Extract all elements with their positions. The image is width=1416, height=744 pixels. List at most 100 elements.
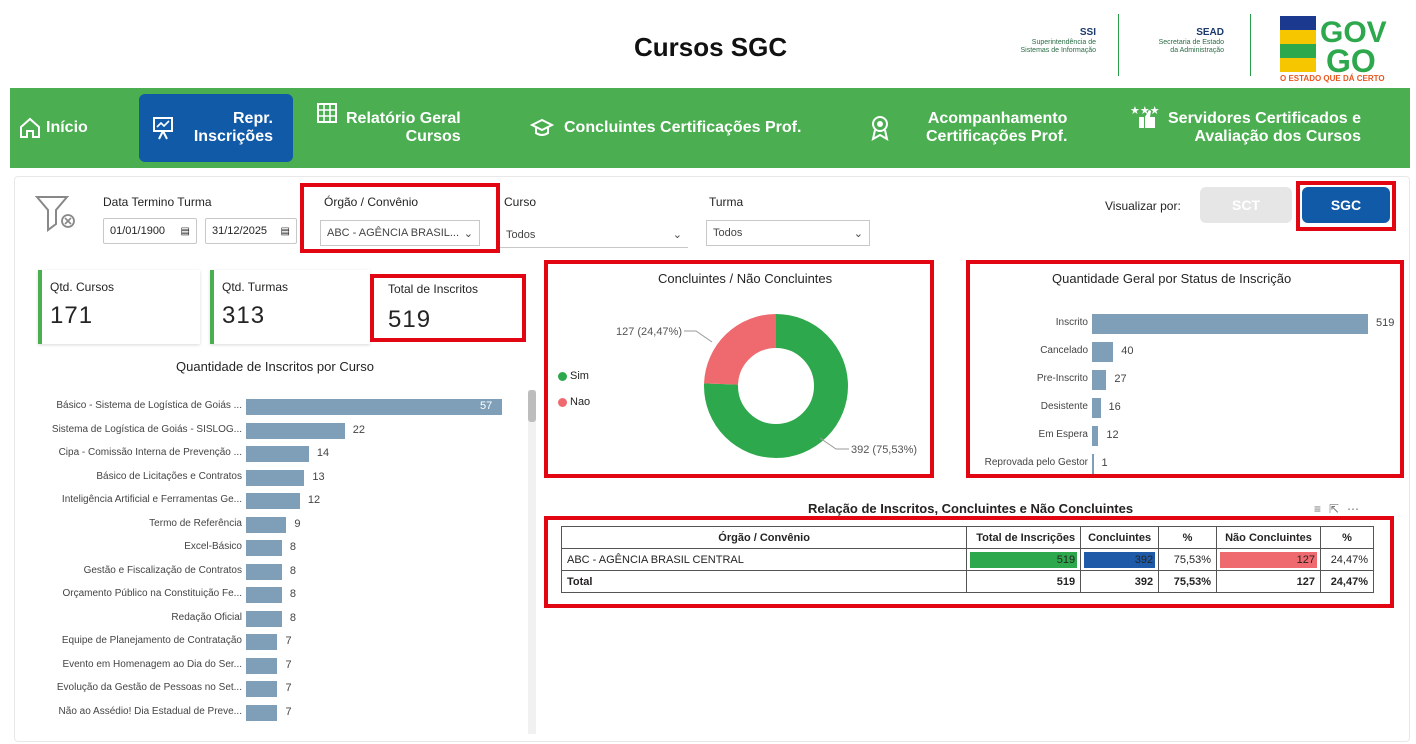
column-header[interactable]: Total de Inscrições: [966, 526, 1082, 549]
highlight-box: [300, 183, 500, 253]
course-bar-label: Excel-Básico: [184, 541, 242, 552]
nav-relatorio-geral[interactable]: Relatório Geral Cursos: [316, 94, 486, 162]
status-bar[interactable]: [1092, 370, 1107, 390]
govgo-tagline: O ESTADO QUE DÁ CERTO: [1280, 74, 1385, 83]
course-bar[interactable]: [246, 587, 282, 603]
course-bar-row[interactable]: Equipe de Planejamento de Contratação 7: [20, 633, 520, 651]
courses-chart-title: Quantidade de Inscritos por Curso: [176, 359, 374, 374]
course-bar[interactable]: [246, 540, 282, 556]
status-bar-row[interactable]: Inscrito 519: [976, 314, 1396, 334]
chart-scrollbar[interactable]: [528, 390, 536, 734]
course-bar[interactable]: [246, 493, 300, 509]
sct-toggle-button[interactable]: SCT: [1200, 187, 1292, 223]
course-bar-label: Inteligência Artificial e Ferramentas Ge…: [61, 494, 242, 505]
curso-dropdown[interactable]: Todos ⌄: [500, 222, 688, 248]
status-chart-title: Quantidade Geral por Status de Inscrição: [1052, 271, 1292, 286]
calendar-icon[interactable]: ▤: [281, 226, 290, 237]
course-bar-row[interactable]: Cipa - Comissão Interna de Prevenção ...…: [20, 445, 520, 463]
scrollbar-thumb[interactable]: [528, 390, 536, 422]
course-bar-label: Evento em Homenagem ao Dia do Ser...: [62, 658, 242, 670]
course-bar[interactable]: [246, 422, 345, 439]
course-bar-row[interactable]: Excel-Básico 8: [20, 539, 520, 557]
date-from-input[interactable]: 01/01/1900 ▤: [103, 218, 197, 244]
nav-concluintes[interactable]: Concluintes Certificações Prof.: [530, 94, 830, 162]
column-header[interactable]: Não Concluintes: [1216, 526, 1321, 549]
calendar-icon[interactable]: ▤: [181, 226, 190, 237]
cell-total-inscricoes: 519: [966, 548, 1082, 571]
kpi-value: 313: [222, 302, 266, 329]
course-bar-row[interactable]: Inteligência Artificial e Ferramentas Ge…: [20, 492, 520, 510]
course-bar-row[interactable]: Não ao Assédio! Dia Estadual de Preve...…: [20, 704, 520, 722]
nav-inicio[interactable]: Início: [18, 94, 118, 162]
date-to-input[interactable]: 31/12/2025 ▤: [205, 218, 297, 244]
cell-concluintes: 392: [1080, 548, 1160, 571]
status-bar-value: 1: [1101, 457, 1108, 469]
course-bar-value: 14: [316, 447, 330, 459]
table-total-row: Total 519 392 75,53% 127 24,47%: [560, 570, 1375, 593]
course-bar[interactable]: [246, 446, 309, 462]
status-bar[interactable]: [1092, 398, 1101, 418]
highlight-box: [1296, 181, 1396, 231]
nav-label: Início: [46, 118, 88, 136]
inscritos-table: Órgão / Convênio Total de Inscrições Con…: [560, 526, 1375, 593]
nav-label: Acompanhamento: [927, 109, 1068, 127]
sead-line1: Secretaria de Estado: [1158, 39, 1224, 46]
databar-total: 519: [970, 551, 1078, 568]
turma-dropdown[interactable]: Todos ⌄: [706, 220, 870, 246]
course-bar[interactable]: [246, 704, 278, 721]
status-bar[interactable]: [1092, 426, 1099, 446]
course-bar-row[interactable]: Redação Oficial 8: [20, 610, 520, 628]
nav-label: Concluintes Certificações Prof.: [564, 118, 802, 136]
course-bar-row[interactable]: Evolução da Gestão de Pessoas no Set... 7: [20, 680, 520, 698]
nav-acompanhamento[interactable]: Acompanhamento Certificações Prof.: [870, 94, 1090, 162]
course-bar-row[interactable]: Termo de Referência 9: [20, 516, 520, 534]
status-bar[interactable]: [1092, 342, 1114, 362]
course-bar[interactable]: [246, 634, 278, 650]
course-bar-row[interactable]: Gestão e Fiscalização de Contratos 8: [20, 563, 520, 581]
status-bar[interactable]: [1092, 454, 1094, 474]
curso-filter-label: Curso: [504, 195, 537, 209]
course-bar-row[interactable]: Orçamento Público na Constituição Fe... 8: [20, 586, 520, 604]
column-header[interactable]: %: [1319, 526, 1375, 549]
status-bar-row[interactable]: Reprovada pelo Gestor 1: [976, 454, 1396, 474]
chevron-down-icon: ⌄: [853, 227, 863, 240]
status-bar-label: Pre-Inscrito: [1036, 373, 1088, 384]
sead-abbr: SEAD: [1196, 27, 1224, 38]
nav-label: Inscrições: [193, 128, 273, 145]
cell-total: 24,47%: [1319, 570, 1375, 593]
status-bar-row[interactable]: Desistente 16: [976, 398, 1396, 418]
status-bar-row[interactable]: Em Espera 12: [976, 426, 1396, 446]
course-bar-row[interactable]: Evento em Homenagem ao Dia do Ser... 7: [20, 657, 520, 675]
curso-selected: Todos: [506, 228, 536, 241]
nav-repr-inscricoes[interactable]: Repr. Inscrições: [139, 94, 293, 162]
course-bar[interactable]: [246, 657, 278, 674]
column-header[interactable]: Órgão / Convênio: [560, 526, 968, 549]
column-header[interactable]: %: [1158, 526, 1218, 549]
course-bar[interactable]: [246, 469, 305, 486]
course-bar-label: Não ao Assédio! Dia Estadual de Preve...: [58, 705, 242, 717]
clear-filter-icon[interactable]: [34, 194, 78, 239]
donut-leader-line: [819, 437, 849, 450]
govgo-logo: GOV GO O ESTADO QUE DÁ CERTO: [1276, 12, 1400, 86]
nav-servidores-certificados[interactable]: ★★★ Servidores Certificados e Avaliação …: [1130, 94, 1400, 162]
course-bar[interactable]: [246, 681, 278, 697]
header-divider: [1250, 14, 1251, 76]
status-bar[interactable]: [1092, 314, 1368, 334]
donut-chart: 127 (24,47%) 392 (75,53%): [616, 314, 917, 458]
course-bar[interactable]: [246, 516, 287, 533]
course-bar-row[interactable]: Básico - Sistema de Logística de Goiás .…: [20, 398, 520, 416]
visual-header-icons[interactable]: ≡⇱⋯: [1314, 502, 1367, 516]
table-title: Relação de Inscritos, Concluintes e Não …: [808, 501, 1134, 516]
course-bar[interactable]: [246, 399, 502, 415]
table-row[interactable]: ABC - AGÊNCIA BRASIL CENTRAL 519 392 75,…: [560, 548, 1375, 571]
status-bar-value: 519: [1376, 317, 1395, 329]
home-icon: [20, 117, 40, 138]
course-bar-row[interactable]: Básico de Licitações e Contratos 13: [20, 469, 520, 487]
course-bar-row[interactable]: Sistema de Logística de Goiás - SISLOG..…: [20, 422, 520, 440]
course-bar[interactable]: [246, 563, 282, 580]
status-bar-row[interactable]: Pre-Inscrito 27: [976, 370, 1396, 390]
column-header[interactable]: Concluintes: [1080, 526, 1160, 549]
nav-label: Certificações Prof.: [926, 128, 1068, 145]
status-bar-row[interactable]: Cancelado 40: [976, 342, 1396, 362]
course-bar[interactable]: [246, 610, 282, 627]
